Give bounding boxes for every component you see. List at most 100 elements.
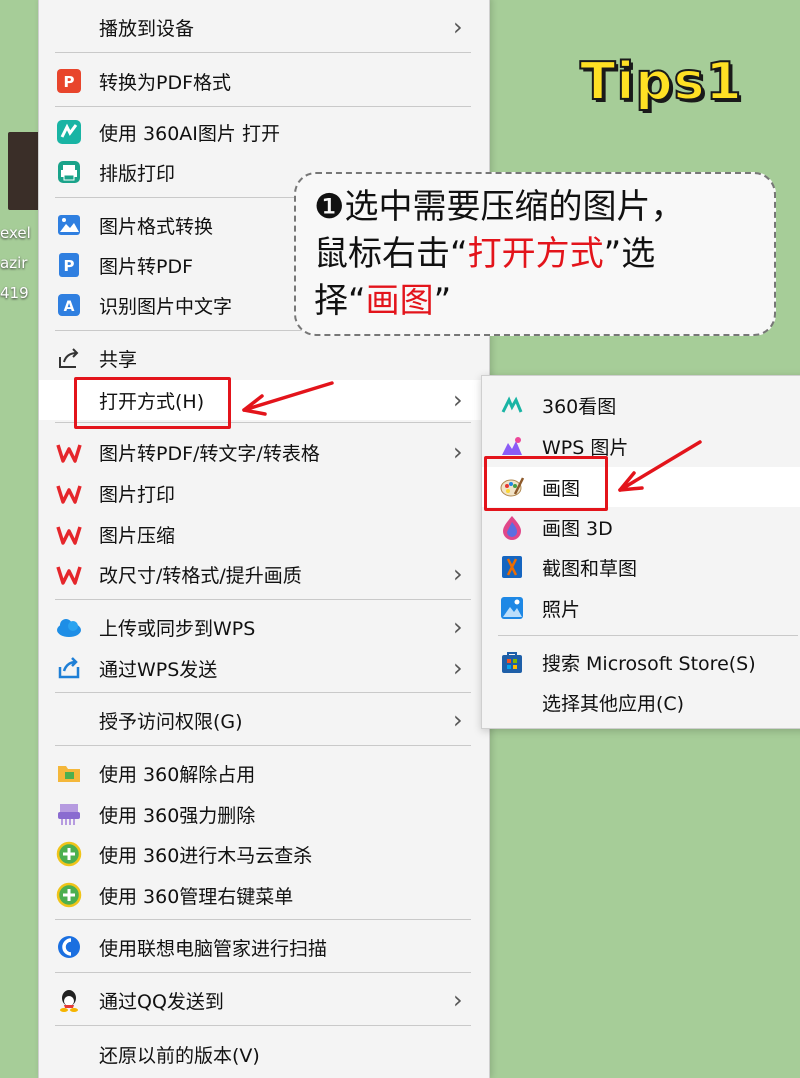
menu-separator [55, 919, 471, 920]
chevron-right-icon: › [453, 986, 463, 1014]
360-shield-icon [55, 881, 83, 909]
callout-highlight-open-with: 打开方式 [467, 234, 604, 274]
callout-text: ”选 [603, 234, 656, 274]
paint3d-icon [498, 513, 526, 541]
highlight-box-open-with [74, 377, 231, 429]
callout-highlight-paint: 画图 [365, 281, 434, 321]
menu-item-wps-image-tools[interactable]: 图片转PDF/转文字/转表格 › [39, 433, 489, 471]
menu-item-grant-access[interactable]: 授予访问权限(G) › [39, 701, 489, 739]
menu-separator [55, 972, 471, 973]
share-icon [55, 344, 83, 372]
menu-item-label: 使用 360进行木马云查杀 [99, 844, 313, 867]
tips-title: Tips1 [579, 51, 743, 113]
highlight-box-paint [484, 456, 608, 511]
pdf-convert-icon: P [55, 67, 83, 95]
menu-item-360-context-manager[interactable]: 使用 360管理右键菜单 [39, 876, 489, 914]
menu-item-label: 排版打印 [99, 162, 176, 185]
submenu-item-search-store[interactable]: 搜索 Microsoft Store(S) [482, 642, 800, 682]
shredder-icon [55, 800, 83, 828]
menu-separator [55, 52, 471, 53]
menu-item-convert-pdf[interactable]: P 转换为PDF格式 [39, 62, 489, 100]
menu-item-label: 上传或同步到WPS [99, 617, 256, 640]
menu-item-label: 还原以前的版本(V) [99, 1044, 260, 1067]
chevron-right-icon: › [453, 706, 463, 734]
menu-item-share[interactable]: 共享 [39, 339, 489, 377]
cloud-icon [55, 613, 83, 641]
svg-text:A: A [64, 299, 75, 315]
qq-icon [55, 986, 83, 1014]
snip-sketch-icon [498, 553, 526, 581]
menu-item-label: 图片格式转换 [99, 215, 214, 238]
chevron-right-icon: › [453, 613, 463, 641]
menu-item-qq-send[interactable]: 通过QQ发送到 › [39, 981, 489, 1019]
callout-line-2: 鼠标右击“打开方式”选 [314, 231, 756, 278]
360-shield-icon [55, 840, 83, 868]
menu-item-label: 转换为PDF格式 [99, 71, 232, 94]
menu-item-label: 共享 [99, 348, 138, 371]
menu-item-label: 图片打印 [99, 483, 176, 506]
menu-item-label: 图片压缩 [99, 524, 176, 547]
desktop-file-label-3: 419 [0, 284, 29, 302]
send-icon [55, 654, 83, 682]
callout-text: ” [433, 281, 452, 321]
image-thumbnail [8, 132, 40, 210]
wps-icon [55, 520, 83, 548]
menu-item-send-wps[interactable]: 通过WPS发送 › [39, 649, 489, 687]
store-icon [498, 648, 526, 676]
menu-item-upload-wps[interactable]: 上传或同步到WPS › [39, 608, 489, 646]
svg-text:P: P [64, 73, 75, 91]
desktop-file-label-1: exel [0, 224, 31, 242]
menu-item-label: 使用 360管理右键菜单 [99, 885, 294, 908]
menu-item-label: 使用 360AI图片 打开 [99, 122, 280, 145]
menu-separator [55, 599, 471, 600]
submenu-item-label: 360看图 [542, 395, 617, 418]
callout-line-1: ❶选中需要压缩的图片， [314, 187, 685, 227]
photos-icon [498, 594, 526, 622]
submenu-separator [498, 635, 798, 636]
menu-item-cast-to-device[interactable]: 播放到设备 › [39, 8, 489, 46]
wps-icon [55, 560, 83, 588]
callout-text: 鼠标右击“ [314, 234, 468, 274]
menu-item-360-unlock[interactable]: 使用 360解除占用 [39, 754, 489, 792]
menu-item-360-trojan-scan[interactable]: 使用 360进行木马云查杀 [39, 835, 489, 873]
submenu-item-label: 选择其他应用(C) [542, 692, 685, 715]
menu-item-label: 图片转PDF/转文字/转表格 [99, 442, 320, 465]
menu-item-label: 图片转PDF [99, 255, 194, 278]
submenu-item-photos[interactable]: 照片 [482, 588, 800, 628]
submenu-item-paint3d[interactable]: 画图 3D [482, 507, 800, 547]
image-icon [55, 211, 83, 239]
chevron-right-icon: › [453, 386, 463, 414]
menu-item-label: 使用联想电脑管家进行扫描 [99, 937, 328, 960]
submenu-item-label: 画图 3D [542, 517, 613, 540]
lenovo-icon [55, 933, 83, 961]
menu-item-label: 改尺寸/转格式/提升画质 [99, 564, 302, 587]
callout-line-3: 择“画图” [314, 278, 756, 325]
wps-icon [55, 438, 83, 466]
menu-separator [55, 692, 471, 693]
menu-item-label: 授予访问权限(G) [99, 710, 243, 733]
menu-item-restore-previous[interactable]: 还原以前的版本(V) [39, 1035, 489, 1073]
submenu-item-snip-sketch[interactable]: 截图和草图 [482, 547, 800, 587]
menu-item-label: 播放到设备 [99, 17, 195, 40]
submenu-item-360-viewer[interactable]: 360看图 [482, 385, 800, 425]
menu-separator [55, 106, 471, 107]
open-with-submenu: 360看图 WPS 图片 画图 画图 3D 截图和草图 照片 搜索 Micros… [481, 375, 800, 729]
menu-item-wps-resize-format[interactable]: 改尺寸/转格式/提升画质 › [39, 555, 489, 593]
menu-item-wps-image-print[interactable]: 图片打印 [39, 474, 489, 512]
context-menu: 播放到设备 › P 转换为PDF格式 使用 360AI图片 打开 排版打印 图片… [38, 0, 490, 1078]
submenu-item-label: 搜索 Microsoft Store(S) [542, 652, 756, 675]
chevron-right-icon: › [453, 560, 463, 588]
menu-item-lenovo-scan[interactable]: 使用联想电脑管家进行扫描 [39, 928, 489, 966]
submenu-item-choose-other-app[interactable]: 选择其他应用(C) [482, 682, 800, 722]
menu-item-open-360ai[interactable]: 使用 360AI图片 打开 [39, 113, 489, 151]
ocr-icon: A [55, 291, 83, 319]
chevron-right-icon: › [453, 654, 463, 682]
menu-separator [55, 745, 471, 746]
submenu-item-label: 截图和草图 [542, 557, 638, 580]
menu-item-wps-image-compress[interactable]: 图片压缩 [39, 515, 489, 553]
menu-item-360-force-delete[interactable]: 使用 360强力删除 [39, 795, 489, 833]
chevron-right-icon: › [453, 438, 463, 466]
menu-item-label: 识别图片中文字 [99, 295, 233, 318]
desktop-file-icon[interactable]: exel azir 419 [0, 128, 40, 308]
folder-unlock-icon [55, 759, 83, 787]
